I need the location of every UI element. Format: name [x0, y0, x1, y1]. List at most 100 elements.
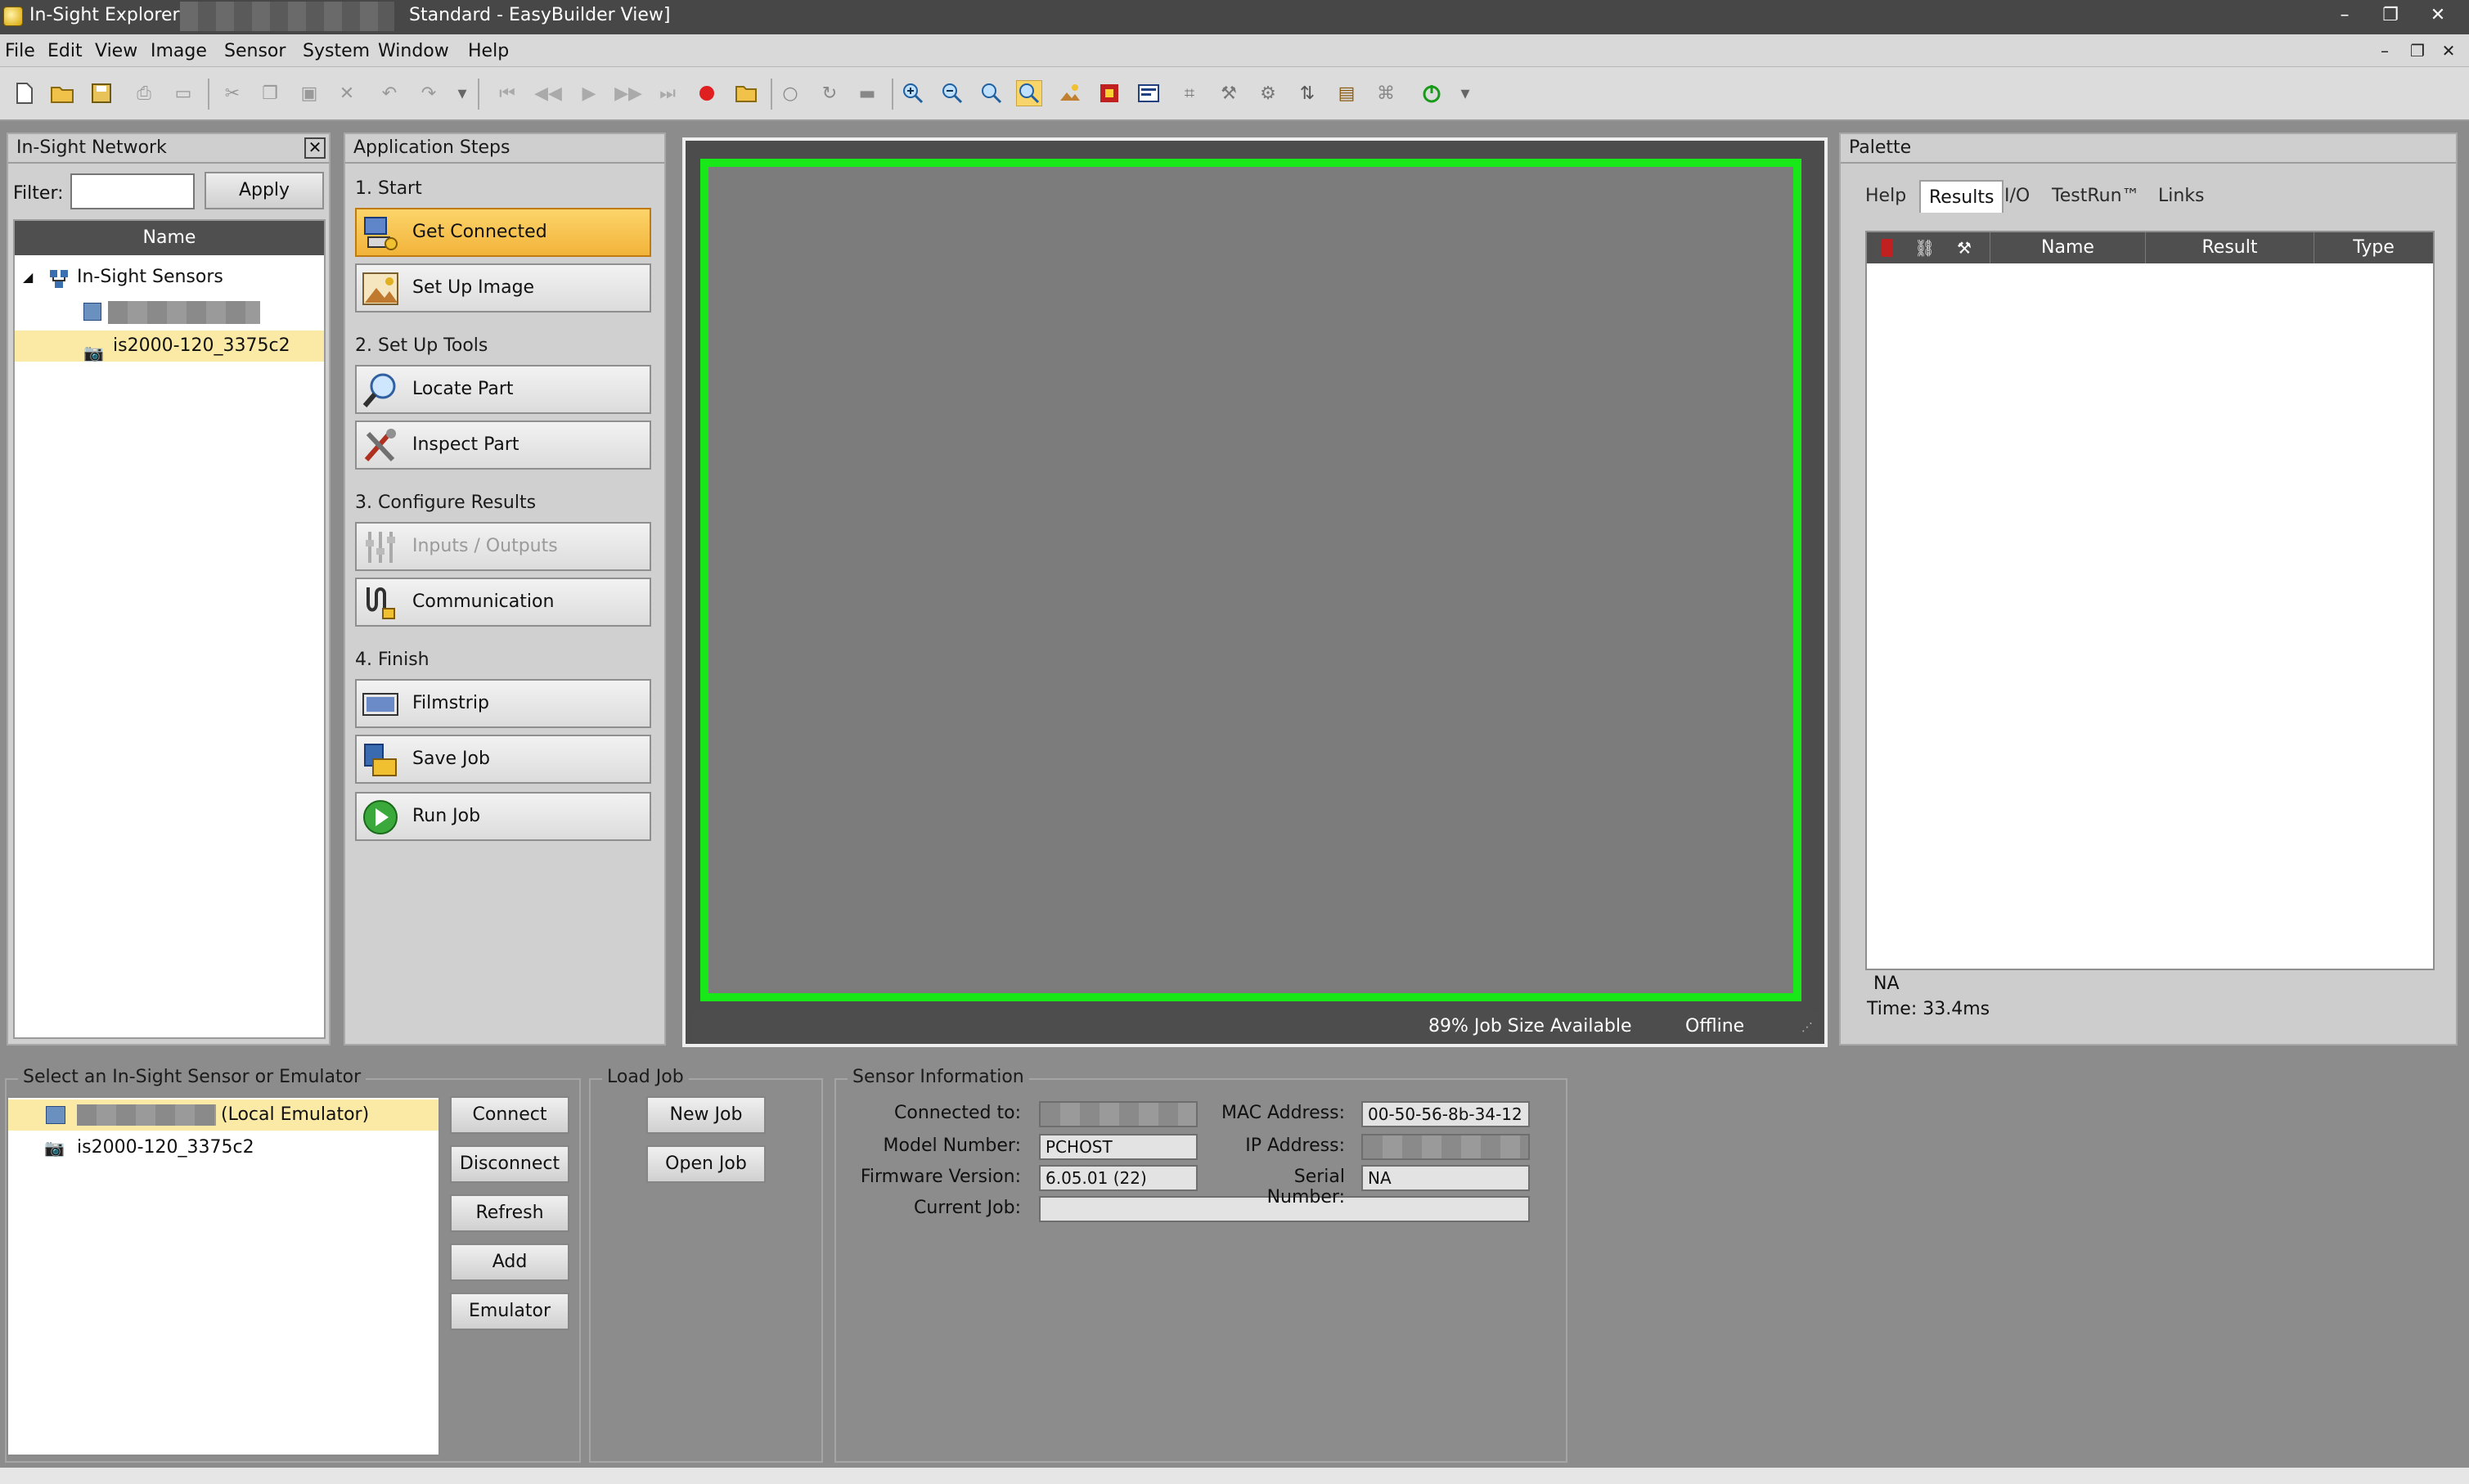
tab-help[interactable]: Help — [1857, 180, 1914, 213]
open-icon[interactable] — [49, 80, 75, 106]
emulator-button[interactable]: Emulator — [450, 1293, 569, 1330]
save-job-button[interactable]: Save Job — [355, 735, 651, 784]
first-icon[interactable]: ⏮ — [494, 80, 520, 106]
inspect-part-label: Inspect Part — [412, 434, 519, 455]
inspect-part-button[interactable]: Inspect Part — [355, 420, 651, 470]
run-job-button[interactable]: Run Job — [355, 792, 651, 841]
column-name[interactable]: Name — [1990, 232, 2145, 263]
select-sensor-legend: Select an In-Sight Sensor or Emulator — [18, 1067, 367, 1087]
menu-edit[interactable]: Edit — [47, 41, 83, 61]
print-icon[interactable]: ⎙ — [131, 80, 157, 106]
display-icon[interactable] — [1136, 80, 1162, 106]
undo-icon[interactable]: ↶ — [376, 80, 403, 106]
camera-icon[interactable]: ▬ — [854, 80, 880, 106]
close-icon[interactable]: ✕ — [304, 137, 326, 159]
menu-file[interactable]: File — [5, 41, 35, 61]
get-connected-button[interactable]: Get Connected — [355, 208, 651, 257]
resize-grip-icon[interactable]: ⋰ — [1801, 1021, 1813, 1034]
tab-results[interactable]: Results — [1919, 180, 2004, 213]
filmstrip-button[interactable]: Filmstrip — [355, 679, 651, 728]
tree-row-local-host[interactable] — [15, 296, 324, 327]
previous-icon[interactable]: ◀◀ — [534, 80, 562, 106]
next-icon[interactable]: ▶▶ — [614, 80, 642, 106]
image-canvas[interactable] — [700, 159, 1801, 1001]
redo-icon[interactable]: ↷ — [416, 80, 442, 106]
menu-sensor[interactable]: Sensor — [224, 41, 286, 61]
restore-button[interactable]: ❐ — [2372, 3, 2408, 28]
tree-row-sensors-root[interactable]: ◢ In-Sight Sensors — [15, 262, 324, 293]
refresh-button[interactable]: Refresh — [450, 1194, 569, 1232]
filter-input[interactable] — [70, 173, 195, 209]
tree-row-sensor[interactable]: 📷 is2000-120_3375c2 — [15, 331, 324, 362]
play-icon[interactable]: ▶ — [576, 80, 602, 106]
zoom-out-icon[interactable] — [939, 80, 965, 106]
link-column-icon[interactable]: ⛓ — [1914, 232, 1935, 263]
disconnect-button[interactable]: Disconnect — [450, 1145, 569, 1183]
tree-column-name[interactable]: Name — [15, 221, 324, 255]
steps-panel-title: Application Steps — [345, 134, 664, 164]
mdi-restore-button[interactable]: ❐ — [2405, 41, 2430, 61]
job-icon[interactable]: ▤ — [1333, 80, 1360, 106]
sensor-item-camera[interactable]: 📷 is2000-120_3375c2 — [8, 1132, 438, 1163]
app-icon — [3, 7, 23, 26]
locate-part-button[interactable]: Locate Part — [355, 365, 651, 414]
cut-icon[interactable]: ✂ — [219, 80, 245, 106]
save-icon[interactable] — [88, 80, 115, 106]
tools-column-icon[interactable]: ⚒ — [1957, 232, 1972, 263]
menu-help[interactable]: Help — [468, 41, 509, 61]
repeat-icon[interactable]: ↻ — [816, 80, 843, 106]
sensor-item-emulator-label: (Local Emulator) — [221, 1104, 370, 1125]
palette-title: Palette — [1841, 134, 2456, 164]
tab-links[interactable]: Links — [2150, 180, 2213, 213]
menu-view[interactable]: View — [95, 41, 137, 61]
mdi-minimize-button[interactable]: – — [2372, 41, 2397, 61]
mdi-close-button[interactable]: ✕ — [2436, 41, 2461, 61]
trigger-icon[interactable]: ○ — [777, 80, 803, 106]
folder-icon[interactable] — [733, 80, 759, 106]
copy-icon[interactable]: ❐ — [257, 80, 283, 106]
connect-button[interactable]: Connect — [450, 1096, 569, 1134]
column-result[interactable]: Result — [2145, 232, 2314, 263]
menu-window[interactable]: Window — [378, 41, 449, 61]
toolbar-separator — [892, 79, 893, 110]
fileio-icon[interactable]: ⇅ — [1294, 80, 1320, 106]
menu-system[interactable]: System — [303, 41, 370, 61]
sensor-item-emulator[interactable]: (Local Emulator) — [8, 1100, 438, 1131]
image-icon[interactable] — [1057, 80, 1083, 106]
open-job-button[interactable]: Open Job — [646, 1145, 766, 1183]
online-icon[interactable] — [1419, 80, 1445, 106]
settings-icon[interactable]: ⚙ — [1255, 80, 1281, 106]
set-up-image-label: Set Up Image — [412, 277, 535, 298]
zoom-active-icon[interactable] — [1016, 80, 1042, 106]
inputs-outputs-button[interactable]: Inputs / Outputs — [355, 522, 651, 571]
menu-image[interactable]: Image — [151, 41, 207, 61]
add-button[interactable]: Add — [450, 1243, 569, 1281]
apply-button[interactable]: Apply — [205, 172, 324, 209]
toolbar-overflow-icon[interactable]: ▾ — [455, 80, 470, 106]
last-icon[interactable]: ⏭ — [654, 80, 681, 106]
record-icon[interactable] — [694, 80, 720, 106]
set-up-image-button[interactable]: Set Up Image — [355, 263, 651, 313]
collapse-icon[interactable]: ◢ — [23, 262, 33, 293]
tab-io[interactable]: I/O — [1996, 180, 2038, 213]
step-group-finish: 4. Finish — [355, 650, 429, 670]
close-button[interactable]: ✕ — [2420, 3, 2456, 28]
color-icon[interactable] — [1096, 80, 1122, 106]
calibrate-icon[interactable]: ⌗ — [1176, 80, 1203, 106]
delete-icon[interactable]: ✕ — [334, 80, 360, 106]
status-column-icon[interactable] — [1882, 239, 1893, 257]
tab-testrun[interactable]: TestRun™ — [2044, 180, 2148, 213]
new-job-button[interactable]: New Job — [646, 1096, 766, 1134]
tools-icon[interactable]: ⚒ — [1216, 80, 1242, 106]
minimize-button[interactable]: – — [2327, 3, 2363, 28]
new-icon[interactable] — [11, 80, 38, 106]
paste-icon[interactable]: ▣ — [296, 80, 322, 106]
communication-button[interactable]: Communication — [355, 578, 651, 627]
toolbar-overflow-icon[interactable]: ▾ — [1458, 80, 1473, 106]
zoom-fit-icon[interactable] — [978, 80, 1005, 106]
network-icon[interactable]: ⌘ — [1373, 80, 1399, 106]
sensor-item-camera-label: is2000-120_3375c2 — [77, 1137, 254, 1158]
column-type[interactable]: Type — [2314, 232, 2433, 263]
zoom-in-icon[interactable] — [900, 80, 926, 106]
print-preview-icon[interactable]: ▭ — [170, 80, 196, 106]
